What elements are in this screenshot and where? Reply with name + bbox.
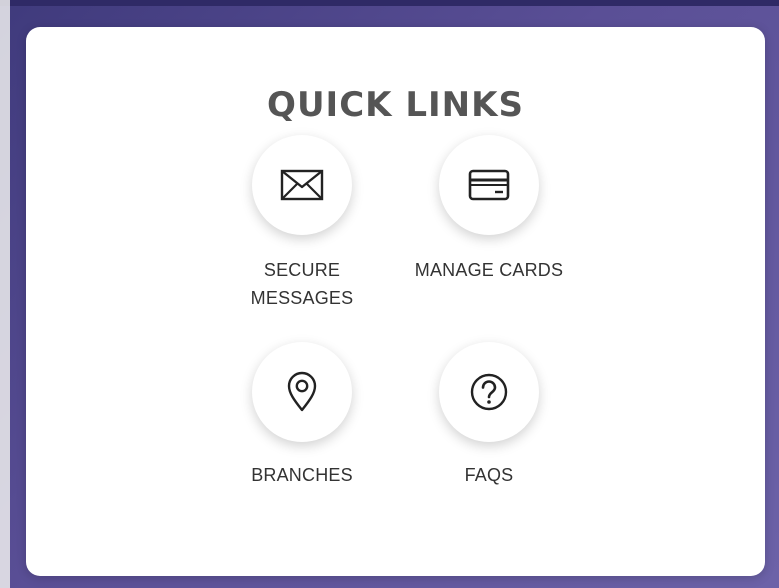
left-edge-panel	[0, 0, 10, 588]
question-mark-icon	[469, 372, 509, 412]
faqs-button[interactable]	[439, 342, 539, 442]
manage-cards-button[interactable]	[439, 135, 539, 235]
secure-messages-button[interactable]	[252, 135, 352, 235]
branches-button[interactable]	[252, 342, 352, 442]
quick-links-card: QUICK LINKS SECURE MESSAGES MANAGE CARDS…	[26, 27, 765, 576]
top-bar	[0, 0, 779, 6]
manage-cards-label[interactable]: MANAGE CARDS	[379, 257, 599, 285]
location-pin-icon	[285, 371, 319, 413]
credit-card-icon	[467, 168, 511, 202]
faqs-label[interactable]: FAQS	[379, 462, 599, 490]
envelope-icon	[280, 169, 324, 201]
quick-links-title: QUICK LINKS	[267, 85, 524, 125]
